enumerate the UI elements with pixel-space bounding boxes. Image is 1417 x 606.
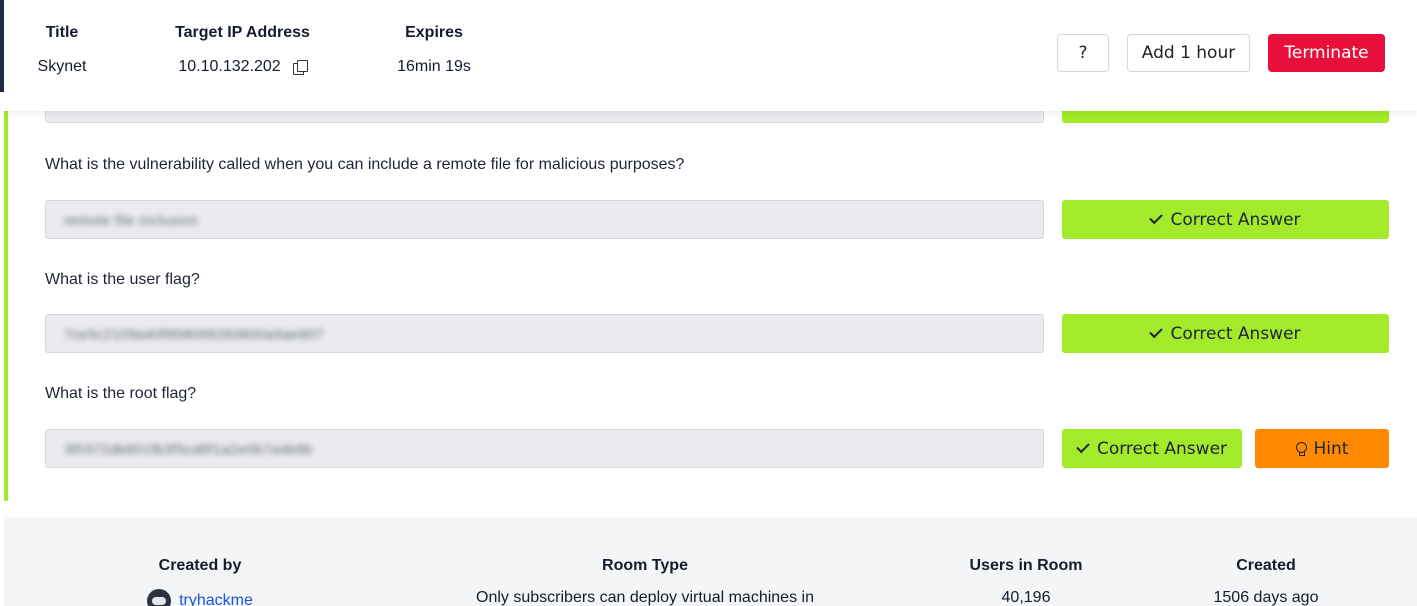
target-ip-value: 10.10.132.202 <box>178 58 281 75</box>
expires-label: Expires <box>405 24 463 41</box>
check-icon <box>1149 324 1164 339</box>
help-button[interactable]: ? <box>1057 34 1109 72</box>
correct-answer-label: Correct Answer <box>1170 209 1301 230</box>
hint-button[interactable]: Hint <box>1255 429 1389 468</box>
terminate-button[interactable]: Terminate <box>1268 34 1385 72</box>
users-in-room-label: Users in Room <box>969 557 1083 574</box>
machine-title-column: Title Skynet <box>30 24 94 76</box>
lightbulb-icon <box>1295 441 1307 456</box>
expires-column: Expires 16min 19s <box>385 24 483 76</box>
hint-label: Hint <box>1313 438 1349 459</box>
question-text: What is the user flag? <box>45 271 200 288</box>
created-by-column: Created by tryhackme <box>100 557 300 606</box>
room-info-section: Created by tryhackme Room Type Only subs… <box>4 517 1417 606</box>
add-hour-button[interactable]: Add 1 hour <box>1127 34 1250 72</box>
sidebar-edge <box>0 0 4 92</box>
room-type-column: Room Type Only subscribers can deploy vi… <box>445 557 845 606</box>
answer-value: remote file inclusion <box>64 211 199 228</box>
copy-icon[interactable] <box>292 60 308 75</box>
answer-value: 3f0372db801fb3f5cd6f1a2e0b7a4b8b <box>64 440 313 457</box>
created-label: Created <box>1236 557 1296 574</box>
machine-info-bar: Title Skynet Target IP Address 10.10.132… <box>0 0 1417 111</box>
answer-field[interactable]: 7ce5c2109a40f958099283600a9ae807 <box>45 314 1044 353</box>
answer-field[interactable]: remote file inclusion <box>45 200 1044 239</box>
creator-link[interactable]: tryhackme <box>179 592 253 606</box>
answer-field[interactable]: 3f0372db801fb3f5cd6f1a2e0b7a4b8b <box>45 429 1044 468</box>
machine-title-label: Title <box>45 24 79 41</box>
created-column: Created 1506 days ago <box>1186 557 1346 606</box>
created-value: 1506 days ago <box>1213 589 1319 606</box>
machine-title-value: Skynet <box>37 58 87 75</box>
creator-row: tryhackme <box>100 589 300 606</box>
users-in-room-column: Users in Room 40,196 <box>946 557 1106 606</box>
answer-value: 7ce5c2109a40f958099283600a9ae807 <box>64 325 324 342</box>
room-type-label: Room Type <box>602 557 688 574</box>
room-type-value: Only subscribers can deploy virtual mach… <box>476 589 814 606</box>
correct-answer-button[interactable]: Correct Answer <box>1062 314 1389 353</box>
question-text: What is the vulnerability called when yo… <box>45 156 685 173</box>
correct-answer-button[interactable]: Correct Answer <box>1062 429 1242 468</box>
correct-answer-button[interactable]: Correct Answer <box>1062 200 1389 239</box>
created-by-label: Created by <box>158 557 242 574</box>
target-ip-label: Target IP Address <box>175 24 310 41</box>
question-text: What is the root flag? <box>45 385 197 402</box>
creator-avatar[interactable] <box>147 589 172 606</box>
expires-value: 16min 19s <box>397 58 471 75</box>
users-in-room-value: 40,196 <box>1001 589 1051 606</box>
check-icon <box>1076 439 1090 454</box>
target-ip-column: Target IP Address 10.10.132.202 <box>165 24 320 76</box>
correct-answer-label: Correct Answer <box>1170 323 1301 344</box>
check-icon <box>1149 210 1164 225</box>
task-questions-panel: What is the vulnerability called when yo… <box>4 84 1417 501</box>
correct-answer-label: Correct Answer <box>1096 438 1228 459</box>
target-ip-row: 10.10.132.202 <box>165 58 320 76</box>
